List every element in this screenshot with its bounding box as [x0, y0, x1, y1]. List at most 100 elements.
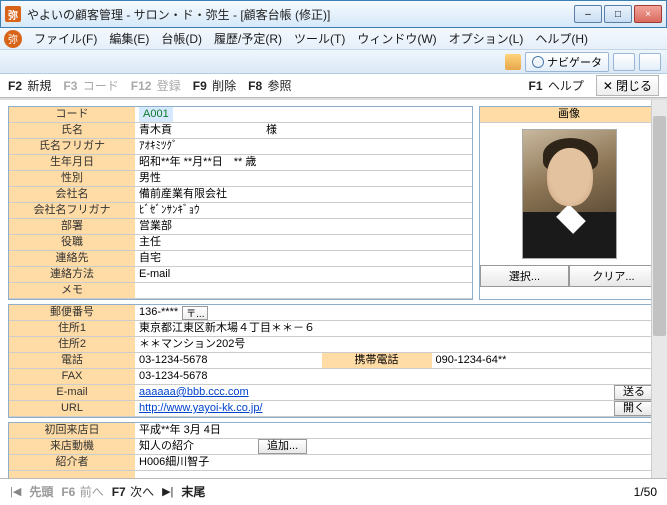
- menu-help[interactable]: ヘルプ(H): [529, 28, 594, 49]
- last-record-icon[interactable]: ▶|: [162, 485, 173, 498]
- toolbar-icon[interactable]: [505, 54, 521, 70]
- menu-tool[interactable]: ツール(T): [288, 28, 351, 49]
- value-dept[interactable]: 営業部: [135, 219, 472, 235]
- value-kana[interactable]: ｱｵｷﾐﾂｸﾞ: [135, 139, 472, 155]
- content-area: コードA001 氏名青木貢様 氏名フリガナｱｵｷﾐﾂｸﾞ 生年月日昭和**年 *…: [0, 98, 667, 478]
- label-dept: 部署: [9, 219, 135, 235]
- value-addr2[interactable]: ＊＊マンション202号: [135, 337, 658, 353]
- label-contact: 連絡先: [9, 251, 135, 267]
- navigator-icon: [532, 56, 544, 68]
- menu-window[interactable]: ウィンドウ(W): [351, 28, 442, 49]
- toolbar: ナビゲータ: [0, 50, 667, 74]
- label-tel: 電話: [9, 353, 135, 369]
- label-memo: メモ: [9, 283, 135, 299]
- label-sex: 性別: [9, 171, 135, 187]
- value-truncated[interactable]: ←: [135, 471, 658, 478]
- value-name[interactable]: 青木貢様: [135, 123, 472, 139]
- image-box: [480, 123, 658, 265]
- label-kana: 氏名フリガナ: [9, 139, 135, 155]
- label-email: E-mail: [9, 385, 135, 401]
- f8-reference[interactable]: F8 参照: [248, 77, 291, 94]
- menu-option[interactable]: オプション(L): [443, 28, 530, 49]
- image-select-button[interactable]: 選択...: [480, 265, 569, 287]
- minimize-button[interactable]: –: [574, 5, 602, 23]
- label-image: 画像: [480, 107, 658, 123]
- value-method[interactable]: E-mail: [135, 267, 472, 283]
- value-tel[interactable]: 03-1234-5678携帯電話090-1234-64**: [135, 353, 658, 369]
- value-birth[interactable]: 昭和**年 **月**日 ** 歳: [135, 155, 472, 171]
- url-open-button[interactable]: 開く: [614, 401, 654, 416]
- label-companykana: 会社名フリガナ: [9, 203, 135, 219]
- customer-basic-panel: コードA001 氏名青木貢様 氏名フリガナｱｵｷﾐﾂｸﾞ 生年月日昭和**年 *…: [8, 106, 473, 300]
- address-panel: 郵便番号136-****〒... 住所1東京都江東区新木場４丁目＊＊－６ 住所2…: [8, 304, 659, 418]
- f2-new[interactable]: F2 新規: [8, 77, 51, 94]
- customer-photo: [522, 129, 617, 259]
- value-memo[interactable]: [135, 283, 472, 299]
- value-title[interactable]: 主任: [135, 235, 472, 251]
- image-clear-button[interactable]: クリア...: [569, 265, 658, 287]
- app-menu-icon[interactable]: 弥: [4, 30, 22, 48]
- value-email[interactable]: aaaaaa@bbb.ccc.com送る: [135, 385, 658, 401]
- value-fax[interactable]: 03-1234-5678: [135, 369, 658, 385]
- visit-panel: 初回来店日平成**年 3月 4日 来店動機知人の紹介追加... 紹介者H006細…: [8, 422, 659, 478]
- close-icon: ✕: [603, 79, 613, 93]
- scrollbar-thumb[interactable]: [653, 116, 666, 336]
- record-nav-bar: |◀ 先頭 F6 前へ F7 次へ ▶| 末尾 1/50: [0, 478, 667, 504]
- f12-register: F12 登録: [131, 77, 181, 94]
- navigator-label: ナビゲータ: [547, 54, 602, 70]
- menu-bar: 弥 ファイル(F) 編集(E) 台帳(D) 履歴/予定(R) ツール(T) ウィ…: [0, 28, 667, 50]
- menu-history[interactable]: 履歴/予定(R): [208, 28, 288, 49]
- f9-delete[interactable]: F9 削除: [193, 77, 236, 94]
- value-motive[interactable]: 知人の紹介追加...: [135, 439, 658, 455]
- f3-code: F3 コード: [63, 77, 118, 94]
- value-zip[interactable]: 136-****〒...: [135, 305, 658, 321]
- value-addr1[interactable]: 東京都江東区新木場４丁目＊＊－６: [135, 321, 658, 337]
- label-title: 役職: [9, 235, 135, 251]
- navigator-button[interactable]: ナビゲータ: [525, 52, 609, 72]
- f1-help[interactable]: F1 ヘルプ: [529, 77, 584, 94]
- maximize-button[interactable]: □: [604, 5, 632, 23]
- value-referrer[interactable]: H006細川智子: [135, 455, 658, 471]
- label-name: 氏名: [9, 123, 135, 139]
- label-referrer: 紹介者: [9, 455, 135, 471]
- zip-lookup-button[interactable]: 〒...: [182, 306, 208, 320]
- email-send-button[interactable]: 送る: [614, 385, 654, 400]
- f7-next[interactable]: F7 次へ: [112, 483, 154, 500]
- close-panel-button[interactable]: ✕ 閉じる: [596, 75, 659, 96]
- label-truncated: [9, 471, 135, 478]
- value-url[interactable]: http://www.yayoi-kk.co.jp/開く: [135, 401, 658, 417]
- label-birth: 生年月日: [9, 155, 135, 171]
- function-key-bar: F2 新規 F3 コード F12 登録 F9 削除 F8 参照 F1 ヘルプ ✕…: [0, 74, 667, 98]
- f6-prev[interactable]: F6 前へ: [61, 483, 103, 500]
- label-code: コード: [9, 107, 135, 123]
- label-addr2: 住所2: [9, 337, 135, 353]
- toolbar-tiny-1[interactable]: [613, 53, 635, 71]
- toolbar-tiny-2[interactable]: [639, 53, 661, 71]
- title-bar: 弥 やよいの顧客管理 - サロン・ド・弥生 - [顧客台帳 (修正)] – □ …: [0, 0, 667, 28]
- close-button[interactable]: ×: [634, 5, 662, 23]
- label-zip: 郵便番号: [9, 305, 135, 321]
- value-code[interactable]: A001: [135, 107, 472, 123]
- last-record-label: 末尾: [181, 483, 205, 500]
- motive-add-button[interactable]: 追加...: [258, 439, 307, 454]
- value-companykana[interactable]: ﾋﾞｾﾞﾝｻﾝｷﾞｮｳ: [135, 203, 472, 219]
- value-company[interactable]: 備前産業有限会社: [135, 187, 472, 203]
- value-contact[interactable]: 自宅: [135, 251, 472, 267]
- label-motive: 来店動機: [9, 439, 135, 455]
- value-mobile[interactable]: 090-1234-64**: [436, 353, 507, 368]
- label-addr1: 住所1: [9, 321, 135, 337]
- value-first[interactable]: 平成**年 3月 4日: [135, 423, 658, 439]
- menu-file[interactable]: ファイル(F): [28, 28, 103, 49]
- first-record-icon[interactable]: |◀: [10, 485, 21, 498]
- label-mobile: 携帯電話: [322, 353, 432, 369]
- window-title: やよいの顧客管理 - サロン・ド・弥生 - [顧客台帳 (修正)]: [27, 6, 574, 23]
- label-method: 連絡方法: [9, 267, 135, 283]
- menu-edit[interactable]: 編集(E): [103, 28, 155, 49]
- vertical-scrollbar[interactable]: [651, 100, 667, 478]
- value-sex[interactable]: 男性: [135, 171, 472, 187]
- image-panel: 画像 選択... クリア...: [479, 106, 659, 300]
- label-fax: FAX: [9, 369, 135, 385]
- first-record-label: 先頭: [29, 483, 53, 500]
- label-company: 会社名: [9, 187, 135, 203]
- menu-ledger[interactable]: 台帳(D): [155, 28, 208, 49]
